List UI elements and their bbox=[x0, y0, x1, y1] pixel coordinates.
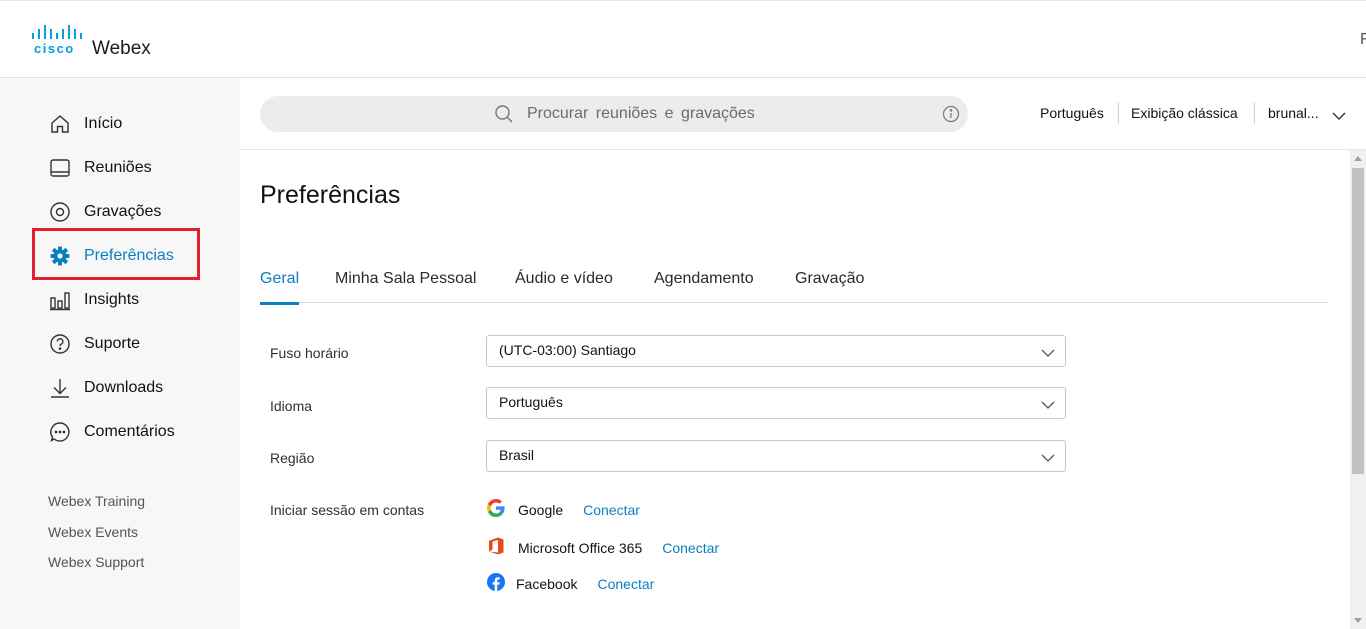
sidebar-item-inicio[interactable]: Início bbox=[48, 112, 122, 136]
tab-bar: Geral Minha Sala Pessoal Áudio e vídeo A… bbox=[260, 270, 1329, 305]
search-input[interactable]: Procurar reuniões e gravações bbox=[260, 96, 968, 132]
sidebar-item-suporte[interactable]: Suporte bbox=[48, 332, 140, 356]
sidebar-item-downloads[interactable]: Downloads bbox=[48, 376, 163, 400]
main-content: Preferências Geral Minha Sala Pessoal Áu… bbox=[240, 150, 1350, 629]
tab-gravacao[interactable]: Gravação bbox=[795, 270, 864, 303]
region-select[interactable]: Brasil bbox=[486, 440, 1066, 472]
cisco-bars-icon bbox=[32, 25, 82, 39]
tab-minha-sala-pessoal[interactable]: Minha Sala Pessoal bbox=[335, 270, 476, 303]
tab-audio-e-video[interactable]: Áudio e vídeo bbox=[515, 270, 613, 303]
comment-icon bbox=[48, 420, 72, 444]
sidebar-item-label: Início bbox=[84, 115, 123, 132]
chevron-down-icon[interactable] bbox=[1332, 108, 1346, 126]
language-value: Português bbox=[499, 394, 563, 410]
vertical-scrollbar[interactable] bbox=[1350, 150, 1366, 629]
scroll-down-icon[interactable] bbox=[1354, 618, 1362, 623]
sidebar-item-label: Preferências bbox=[84, 247, 174, 264]
account-microsoft: Microsoft Office 365 Conectar bbox=[486, 537, 719, 559]
chevron-down-icon bbox=[1041, 450, 1055, 468]
google-icon bbox=[486, 498, 506, 523]
webex-training-link[interactable]: Webex Training bbox=[48, 493, 145, 509]
sidebar-item-label: Gravações bbox=[84, 203, 162, 220]
webex-support-link[interactable]: Webex Support bbox=[48, 554, 144, 570]
search-placeholder: Procurar reuniões e gravações bbox=[527, 105, 755, 122]
region-label: Região bbox=[270, 450, 315, 466]
tab-geral[interactable]: Geral bbox=[260, 270, 300, 305]
language-link[interactable]: Português bbox=[1040, 105, 1104, 121]
language-label: Idioma bbox=[270, 398, 313, 414]
tab-agendamento[interactable]: Agendamento bbox=[654, 270, 754, 303]
cisco-wordmark: cisco bbox=[34, 41, 75, 56]
top-bar: cisco Webex F bbox=[0, 0, 1366, 78]
office365-icon bbox=[486, 536, 506, 561]
scroll-up-icon[interactable] bbox=[1354, 156, 1362, 161]
accounts-label: Iniciar sessão em contas bbox=[270, 502, 425, 518]
facebook-icon bbox=[486, 572, 506, 597]
account-name: Google bbox=[518, 502, 564, 518]
info-icon[interactable] bbox=[942, 105, 960, 128]
insights-icon bbox=[48, 288, 72, 312]
home-icon bbox=[48, 112, 72, 136]
user-menu[interactable]: brunal... bbox=[1268, 105, 1319, 121]
google-connect-link[interactable]: Conectar bbox=[583, 502, 640, 518]
download-icon bbox=[48, 376, 72, 400]
chevron-down-icon bbox=[1041, 397, 1055, 415]
help-icon bbox=[48, 332, 72, 356]
sidebar-item-gravacoes[interactable]: Gravações bbox=[48, 200, 161, 224]
search-icon bbox=[494, 104, 514, 129]
timezone-value: (UTC-03:00) Santiago bbox=[499, 342, 636, 358]
chevron-down-icon bbox=[1041, 345, 1055, 363]
sidebar-item-comentarios[interactable]: Comentários bbox=[48, 420, 175, 444]
recordings-icon bbox=[48, 200, 72, 224]
sidebar-item-label: Downloads bbox=[84, 379, 164, 396]
timezone-label: Fuso horário bbox=[270, 345, 349, 361]
sidebar-item-label: Suporte bbox=[84, 335, 141, 352]
sidebar-item-label: Reuniões bbox=[84, 159, 152, 176]
gear-icon bbox=[48, 244, 72, 268]
language-select[interactable]: Português bbox=[486, 387, 1066, 419]
page-title: Preferências bbox=[260, 181, 401, 209]
microsoft-connect-link[interactable]: Conectar bbox=[662, 540, 719, 556]
header-divider bbox=[1254, 102, 1255, 124]
facebook-connect-link[interactable]: Conectar bbox=[597, 576, 654, 592]
scrollbar-thumb[interactable] bbox=[1352, 168, 1364, 474]
account-name: Facebook bbox=[516, 576, 578, 592]
sidebar-item-label: Insights bbox=[84, 291, 140, 308]
sidebar-item-preferencias[interactable]: Preferências bbox=[48, 244, 174, 268]
account-google: Google Conectar bbox=[486, 498, 640, 523]
sidebar-item-label: Comentários bbox=[84, 423, 175, 440]
sidebar-item-reunioes[interactable]: Reuniões bbox=[48, 156, 152, 180]
classic-view-link[interactable]: Exibição clássica bbox=[1131, 105, 1238, 121]
cut-off-text: F bbox=[1360, 31, 1366, 48]
account-name: Microsoft Office 365 bbox=[518, 540, 643, 556]
account-facebook: Facebook Conectar bbox=[486, 572, 654, 597]
timezone-select[interactable]: (UTC-03:00) Santiago bbox=[486, 335, 1066, 367]
sidebar-item-insights[interactable]: Insights bbox=[48, 288, 139, 312]
header-divider bbox=[1118, 102, 1119, 124]
region-value: Brasil bbox=[499, 447, 535, 463]
header-row: Procurar reuniões e gravações Português … bbox=[240, 78, 1366, 150]
webex-events-link[interactable]: Webex Events bbox=[48, 524, 138, 540]
webex-wordmark: Webex bbox=[92, 38, 151, 59]
cisco-webex-logo[interactable]: cisco Webex bbox=[30, 23, 170, 59]
meetings-icon bbox=[48, 156, 72, 180]
